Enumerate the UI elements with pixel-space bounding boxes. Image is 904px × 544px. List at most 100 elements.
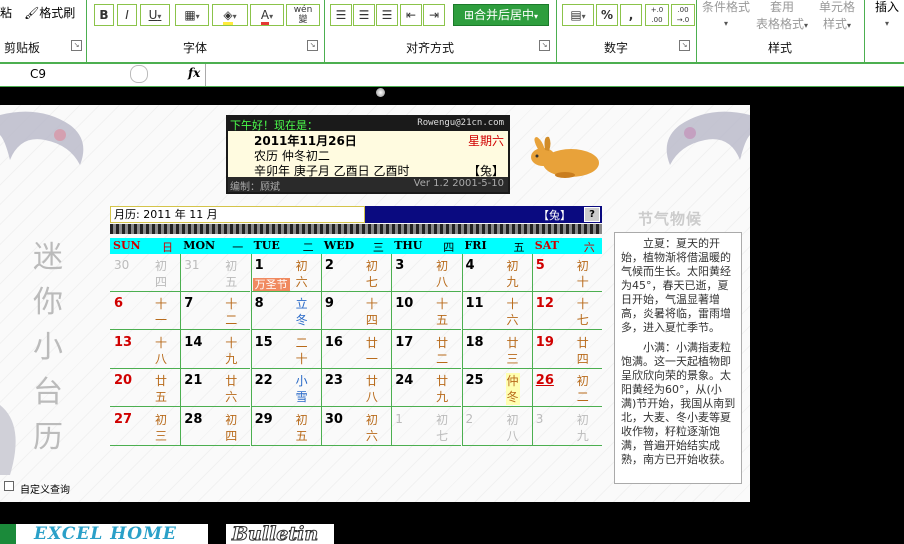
align-left-button[interactable]: ☰: [330, 4, 352, 26]
fx-button[interactable]: fx: [188, 66, 200, 80]
name-box-dropdown[interactable]: [130, 65, 148, 83]
lunar-day: 初七: [365, 259, 378, 289]
underline-button[interactable]: U▾: [140, 4, 170, 26]
vertical-title: 迷 你 小 台 历: [28, 235, 68, 460]
day-cell[interactable]: 2 初七: [320, 254, 391, 292]
day-cell[interactable]: 25 仲冬: [461, 369, 532, 408]
align-center-button[interactable]: ☰: [353, 4, 375, 26]
day-cell[interactable]: 7 十二: [180, 292, 251, 331]
day-cell[interactable]: 28 初四: [180, 408, 251, 446]
format-painter-button[interactable]: 🖌格式刷: [24, 4, 75, 21]
insert-label: 插入: [874, 0, 899, 14]
bulletin-logo-text: Bulletin: [231, 524, 319, 544]
weekday-cn: 五: [513, 241, 525, 254]
day-cell[interactable]: 29 初五: [250, 408, 321, 446]
excel-home-logo-mark-icon: [0, 524, 16, 544]
fill-color-button[interactable]: ◈▾: [212, 4, 248, 26]
day-cell[interactable]: 18 廿三: [461, 331, 532, 369]
excel-home-logo[interactable]: EXCEL HOME: [0, 524, 208, 544]
vertical-title-char: 小: [33, 330, 63, 365]
lunar-day: 仲冬: [505, 373, 520, 406]
day-number: 2: [324, 258, 334, 273]
corner-ornament-top-right-icon: [666, 111, 750, 165]
lunar-day: 廿六: [225, 374, 238, 405]
ribbon: 粘 🖌格式刷 剪贴板 ↘ B I U▾ ▦▾ ◈▾ A▾ wén 變 字体 ↘ ☰…: [0, 0, 904, 62]
day-cell[interactable]: 16 廿一: [320, 331, 391, 369]
format-as-table-button[interactable]: 套用 表格格式▾: [754, 0, 810, 32]
phonetic-button[interactable]: wén 變: [286, 4, 320, 26]
day-cell[interactable]: 8 立冬: [250, 292, 321, 331]
day-cell[interactable]: 3 初八: [391, 254, 462, 292]
paste-button[interactable]: 粘: [0, 4, 12, 21]
day-cell[interactable]: 4 初九: [461, 254, 532, 292]
day-cell[interactable]: 19 廿四: [531, 331, 602, 369]
weekday-en: MON: [183, 239, 216, 252]
merge-center-button[interactable]: ⊞合并后居中▾: [453, 4, 549, 26]
percent-button[interactable]: %: [596, 4, 618, 26]
italic-button[interactable]: I: [117, 4, 137, 26]
day-number: 22: [254, 373, 273, 389]
insert-button[interactable]: 插入 ▾: [872, 0, 902, 29]
alignment-launcher[interactable]: ↘: [539, 40, 550, 51]
lunar-day: 十六: [506, 297, 519, 328]
day-cell[interactable]: 2 初八: [461, 408, 532, 446]
day-cell[interactable]: 31 初五: [180, 254, 251, 292]
day-cell[interactable]: 6 十一: [110, 292, 180, 331]
weekday-en: WED: [323, 239, 355, 252]
decrease-decimal-button[interactable]: .00 →.0: [671, 4, 695, 26]
border-button[interactable]: ▦▾: [175, 4, 209, 26]
day-cell[interactable]: 11 十六: [461, 292, 532, 331]
day-cell[interactable]: 13 十八: [110, 331, 180, 369]
day-cell[interactable]: 10 十五: [391, 292, 462, 331]
day-cell[interactable]: 30 初四: [110, 254, 180, 292]
number-launcher[interactable]: ↘: [679, 40, 690, 51]
outdent-icon: ⇤: [405, 8, 417, 22]
comma-button[interactable]: ,: [620, 4, 642, 26]
conditional-format-button[interactable]: 条件格式 ▾: [702, 0, 750, 29]
accounting-format-button[interactable]: ▤▾: [562, 4, 594, 26]
lunar-day: 初七: [436, 412, 449, 443]
lunar-day: 廿五: [154, 374, 167, 405]
day-cell[interactable]: 12 十七: [531, 292, 602, 331]
align-right-button[interactable]: ☰: [376, 4, 398, 26]
clipboard-launcher[interactable]: ↘: [71, 40, 82, 51]
bulletin-logo[interactable]: Bulletin: [226, 524, 334, 544]
day-cell[interactable]: 23 廿八: [320, 369, 391, 408]
day-number: 31: [184, 258, 200, 272]
lunar-day: 初十: [576, 259, 589, 289]
day-cell[interactable]: 5 初十: [531, 254, 602, 292]
month-label[interactable]: 月历: 2011 年 11 月: [110, 206, 365, 223]
increase-decimal-button[interactable]: +.0 .00: [645, 4, 669, 26]
day-cell[interactable]: 22 小雪: [250, 369, 321, 408]
day-cell[interactable]: 26 初二: [531, 369, 602, 408]
editor-credit: 编制：顾斌: [230, 182, 280, 193]
scroll-handle-icon[interactable]: [376, 88, 385, 97]
decrease-indent-button[interactable]: ⇤: [400, 4, 422, 26]
help-button[interactable]: ?: [584, 207, 600, 222]
day-cell[interactable]: 27 初三: [110, 408, 180, 446]
lunar-day: 廿四: [576, 335, 589, 366]
day-cell[interactable]: 17 廿二: [391, 331, 462, 369]
brush-icon: 🖌: [24, 6, 40, 20]
day-cell[interactable]: 1 初七: [391, 408, 462, 446]
day-cell[interactable]: 21 廿六: [180, 369, 251, 408]
day-cell[interactable]: 3 初九: [531, 408, 602, 446]
alignment-group-label: 对齐方式: [405, 41, 454, 55]
day-cell[interactable]: 9 十四: [320, 292, 391, 331]
day-number: 27: [114, 411, 133, 427]
day-cell[interactable]: 24 廿九: [391, 369, 462, 408]
separator: [696, 0, 697, 62]
day-cell[interactable]: 30 初六: [320, 408, 391, 446]
font-color-button[interactable]: A▾: [250, 4, 284, 26]
name-box[interactable]: C9: [30, 67, 46, 81]
font-launcher[interactable]: ↘: [307, 40, 318, 51]
day-number: 4: [465, 258, 475, 273]
custom-query-checkbox[interactable]: [4, 481, 14, 491]
bold-button[interactable]: B: [94, 4, 114, 26]
day-cell[interactable]: 14 十九: [180, 331, 251, 369]
increase-indent-button[interactable]: ⇥: [423, 4, 445, 26]
day-cell[interactable]: 15 二十: [250, 331, 321, 369]
cell-styles-button[interactable]: 单元格 样式▾: [814, 0, 860, 32]
day-number: 3: [535, 411, 544, 426]
day-cell[interactable]: 20 廿五: [110, 369, 180, 408]
